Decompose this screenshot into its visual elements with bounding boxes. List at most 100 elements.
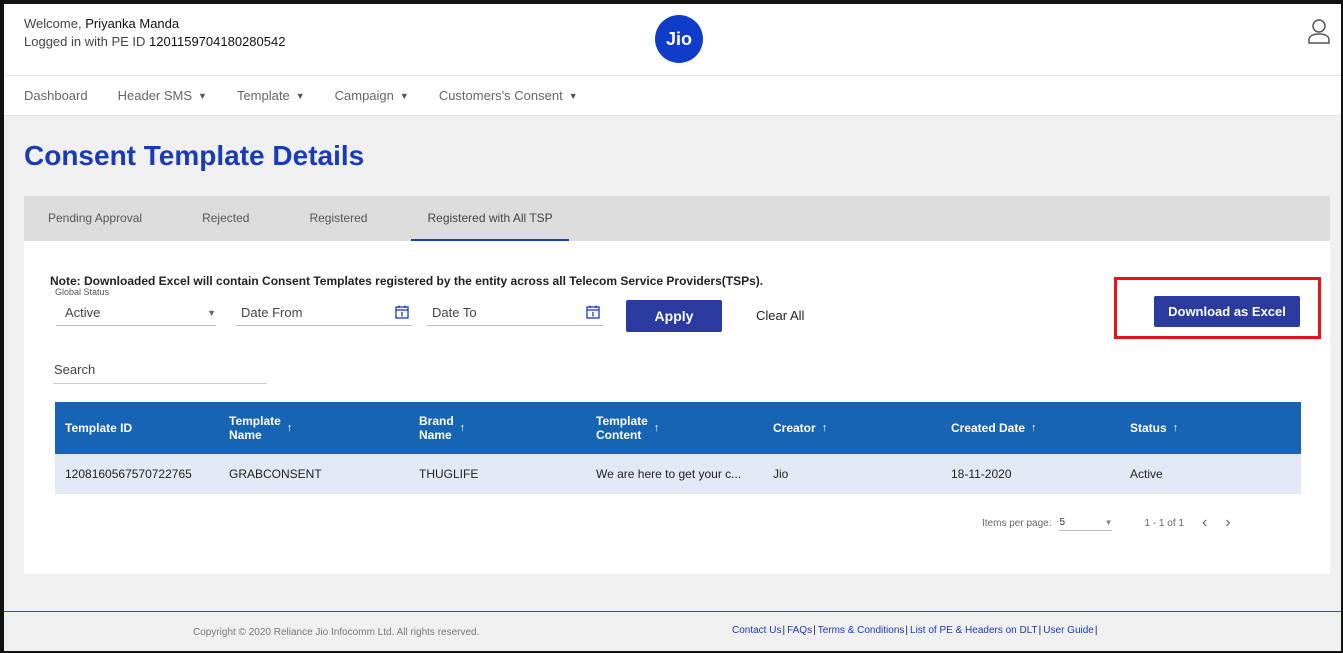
column-header-line: Name [229, 428, 262, 442]
column-header-template-id: Template ID [55, 402, 229, 454]
tab-bar: Pending Approval Rejected Registered Regist… [24, 196, 1330, 241]
nav-item-dashboard[interactable]: Dashboard [24, 88, 88, 103]
footer-link-contact-us[interactable]: Contact Us [732, 625, 781, 636]
dropdown-caret-icon: ▼ [1104, 518, 1113, 527]
column-header-status[interactable]: Status ↑ [1130, 402, 1301, 454]
chevron-down-icon: ▼ [295, 90, 305, 101]
column-header-line: Template [229, 414, 281, 428]
items-per-page-select[interactable]: 5 ▼ [1059, 515, 1113, 531]
tab-pending-approval[interactable]: Pending Approval [48, 196, 142, 241]
column-header-line: Name [419, 428, 452, 442]
pe-id-value: 1201159704180280542 [149, 34, 286, 49]
chevron-down-icon: ▼ [568, 90, 578, 101]
column-header-label: Template Content [596, 414, 648, 442]
welcome-line: Welcome, Priyanka Manda [24, 15, 285, 33]
table-cell: Active [1130, 467, 1163, 481]
sort-arrow-icon[interactable]: ↑ [460, 422, 466, 434]
main-nav: Dashboard Header SMS ▼ Template ▼ Campaign ▼ Cu… [4, 76, 1341, 116]
nav-item-label: Dashboard [24, 88, 88, 103]
nav-item-customers-s-consent[interactable]: Customers's Consent ▼ [439, 88, 578, 103]
column-header-template-content[interactable]: Template Content ↑ [596, 402, 773, 454]
next-page-button[interactable]: › [1225, 514, 1230, 532]
nav-item-label: Template [236, 88, 290, 103]
apply-button[interactable]: Apply [626, 300, 722, 332]
date-from-placeholder: Date From [241, 305, 303, 320]
nav-item-campaign[interactable]: Campaign ▼ [335, 88, 409, 103]
user-profile-icon[interactable] [1307, 18, 1331, 44]
footer-link-user-guide[interactable]: User Guide [1043, 625, 1094, 636]
table-cell: We are here to get your c... [596, 467, 742, 481]
column-header-line: Template [596, 414, 648, 428]
date-from-field[interactable]: Date From [236, 300, 412, 326]
link-separator: | [1094, 625, 1098, 636]
sort-arrow-icon[interactable]: ↑ [1173, 422, 1179, 434]
column-header-label: Brand Name [419, 414, 454, 442]
user-name: Priyanka Manda [85, 16, 180, 31]
pe-id-label: Logged in with PE ID [24, 34, 146, 49]
footer-links: Contact Us | FAQs | Terms & Conditions | List … [732, 625, 1099, 636]
column-header-created-date[interactable]: Created Date ↑ [951, 402, 1130, 454]
copyright-text: Copyright © 2020 Reliance Jio Infocomm L… [193, 627, 480, 638]
welcome-prefix: Welcome, [24, 16, 82, 31]
column-header-label: Status [1130, 421, 1167, 435]
prev-page-button[interactable]: ‹ [1202, 514, 1207, 532]
table-row[interactable]: 1208160567570722765 GRABCONSENT THUGLIFE We… [55, 454, 1301, 494]
tab-rejected[interactable]: Rejected [202, 196, 249, 241]
items-per-page-label: Items per page: [982, 517, 1052, 529]
jio-logo-text: Jio [665, 28, 692, 49]
footer: Copyright © 2020 Reliance Jio Infocomm L… [4, 611, 1341, 651]
column-header-creator[interactable]: Creator ↑ [773, 402, 951, 454]
date-to-placeholder: Date To [432, 305, 477, 320]
global-status-select[interactable]: Active ▼ [56, 300, 216, 326]
table-body: 1208160567570722765 GRABCONSENT THUGLIFE We… [55, 454, 1301, 494]
global-status-value: Active [65, 305, 101, 320]
app-window: Welcome, Priyanka Manda Logged in with P… [0, 0, 1343, 653]
column-header-line: Created Date [951, 421, 1026, 435]
page-title: Consent Template Details [24, 140, 365, 171]
column-header-label: Created Date [951, 421, 1025, 435]
table-cell: 18-11-2020 [951, 467, 1012, 481]
jio-logo: Jio [655, 15, 703, 63]
column-header-line: Brand [419, 414, 454, 428]
dropdown-caret-icon: ▼ [207, 308, 216, 318]
content-card: Pending Approval Rejected Registered Regist… [24, 196, 1330, 574]
clear-all-link[interactable]: Clear All [756, 308, 804, 323]
column-header-label: Creator [773, 421, 816, 435]
column-header-label: Template ID [65, 421, 132, 435]
column-header-brand-name[interactable]: Brand Name ↑ [419, 402, 596, 454]
calendar-icon[interactable] [395, 305, 409, 319]
footer-link-list-of-pe-headers-on-dlt[interactable]: List of PE & Headers on DLT [910, 625, 1038, 636]
nav-item-label: Customers's Consent [438, 88, 563, 103]
calendar-icon[interactable] [586, 305, 600, 319]
download-excel-button[interactable]: Download as Excel [1154, 296, 1300, 327]
pagination: Items per page: 5 ▼ 1 - 1 of 1 ‹ › [982, 514, 1231, 532]
table-cell: GRABCONSENT [229, 467, 322, 481]
column-header-template-name[interactable]: Template Name ↑ [229, 402, 419, 454]
sort-arrow-icon[interactable]: ↑ [1031, 422, 1037, 434]
nav-item-header-sms[interactable]: Header SMS ▼ [118, 88, 207, 103]
nav-item-label: Campaign [334, 88, 394, 103]
sort-arrow-icon[interactable]: ↑ [822, 422, 828, 434]
items-per-page-value: 5 [1059, 517, 1066, 528]
top-bar: Welcome, Priyanka Manda Logged in with P… [4, 4, 1341, 76]
table-cell: Jio [773, 467, 789, 481]
pe-id-line: Logged in with PE ID 1201159704180280542 [24, 33, 285, 51]
table-cell: 1208160567570722765 [65, 467, 192, 481]
nav-item-label: Header SMS [117, 88, 193, 103]
footer-link-terms-conditions[interactable]: Terms & Conditions [818, 625, 905, 636]
welcome-block: Welcome, Priyanka Manda Logged in with P… [24, 15, 285, 51]
sort-arrow-icon[interactable]: ↑ [287, 422, 293, 434]
tab-registered-with-all-tsp[interactable]: Registered with All TSP [411, 196, 569, 241]
column-header-line: Creator [773, 421, 816, 435]
chevron-down-icon: ▼ [198, 90, 207, 101]
footer-link-faqs[interactable]: FAQs [787, 625, 812, 636]
column-header-label: Template Name [229, 414, 281, 442]
table-cell: THUGLIFE [419, 467, 479, 481]
date-to-field[interactable]: Date To [427, 300, 603, 326]
column-header-line: Status [1130, 421, 1167, 435]
sort-arrow-icon[interactable]: ↑ [654, 422, 660, 434]
chevron-down-icon: ▼ [399, 90, 409, 101]
search-input[interactable]: Search [53, 356, 267, 384]
nav-item-template[interactable]: Template ▼ [237, 88, 305, 103]
tab-registered[interactable]: Registered [309, 196, 367, 241]
